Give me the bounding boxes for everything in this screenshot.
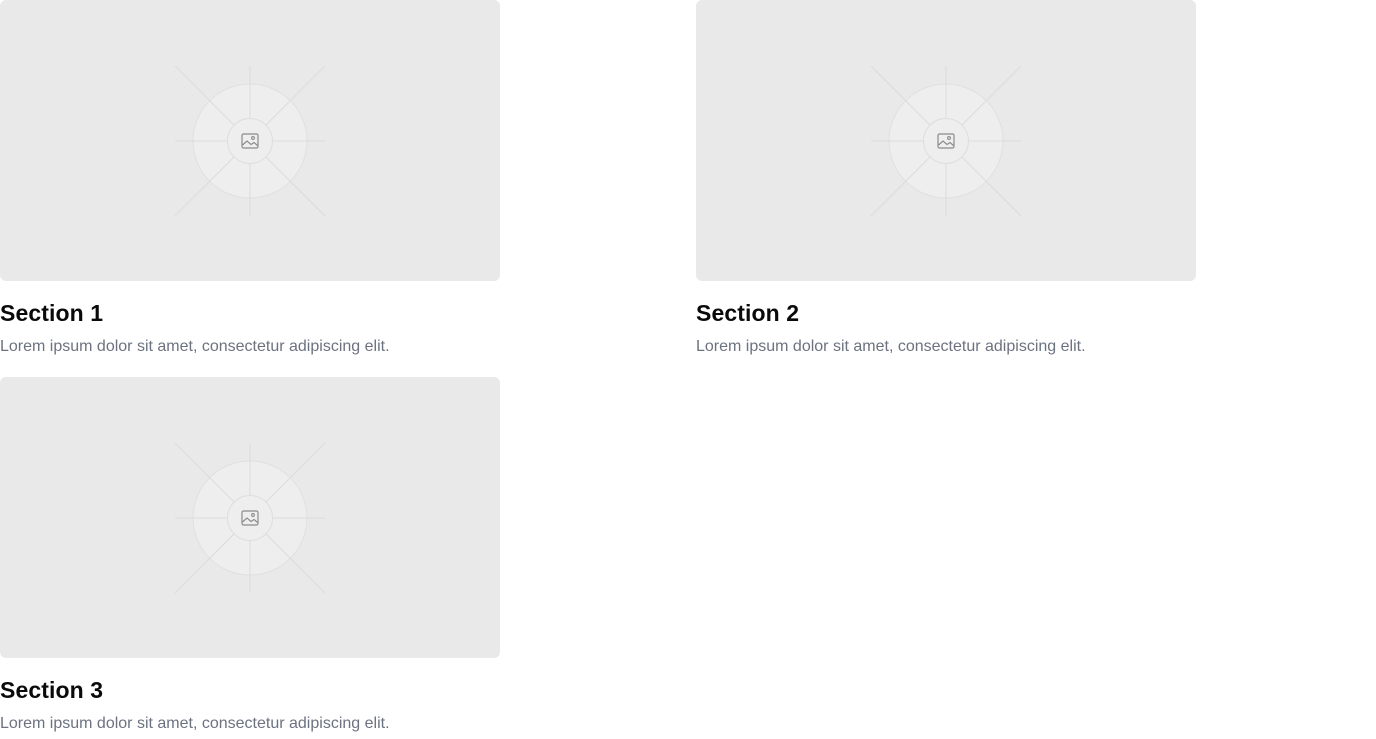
section-description: Lorem ipsum dolor sit amet, consectetur … — [0, 338, 390, 355]
section-title: Section 2 — [696, 300, 800, 326]
section-title: Section 3 — [0, 677, 104, 703]
section-card-2: Section 2 Lorem ipsum dolor sit amet, co… — [696, 0, 1196, 358]
page: Section 1 Lorem ipsum dolor sit amet, co… — [0, 0, 1376, 739]
image-icon — [227, 495, 273, 541]
section-card-1: Section 1 Lorem ipsum dolor sit amet, co… — [0, 0, 500, 358]
section-description: Lorem ipsum dolor sit amet, consectetur … — [0, 715, 390, 732]
section-title: Section 1 — [0, 300, 104, 326]
section-description: Lorem ipsum dolor sit amet, consectetur … — [696, 338, 1086, 355]
image-icon — [227, 118, 273, 164]
image-placeholder — [0, 377, 500, 658]
image-placeholder — [696, 0, 1196, 281]
image-icon — [923, 118, 969, 164]
image-placeholder — [0, 0, 500, 281]
section-card-3: Section 3 Lorem ipsum dolor sit amet, co… — [0, 377, 500, 735]
